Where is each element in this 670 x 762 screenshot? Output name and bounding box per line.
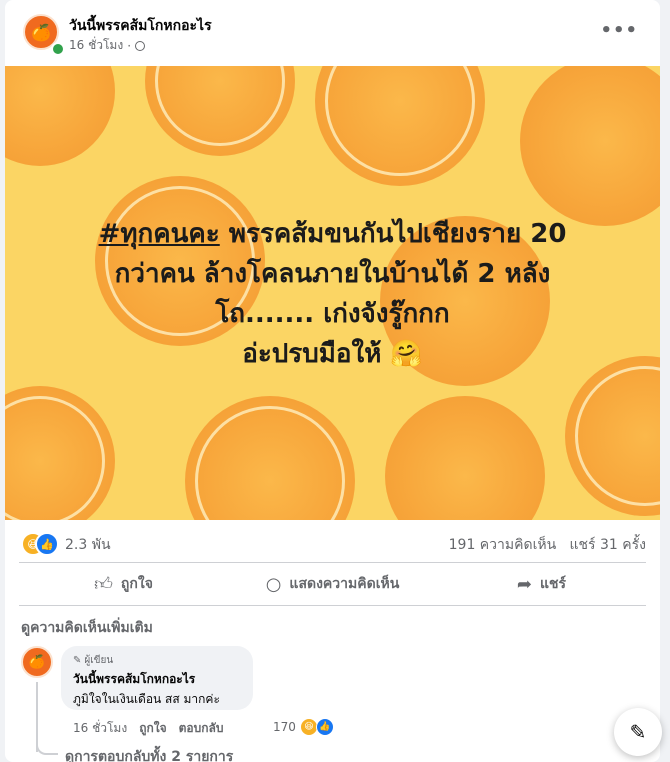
share-arrow-icon: ➦ xyxy=(516,573,533,595)
comment-meta: 16 ชั่วโมง ถูกใจ ตอบกลับ xyxy=(73,719,223,738)
post-time[interactable]: 16 ชั่วโมง xyxy=(69,36,123,55)
comment-text: ภูมิใจในเงินเดือน สส มากค่ะ xyxy=(73,692,220,706)
comment-count[interactable]: 191 ความคิดเห็น xyxy=(449,537,557,553)
comment-reaction-count: 170 xyxy=(273,720,296,734)
post-text-line-3: โถ....... เก่งจังรู๊กกก xyxy=(215,299,450,329)
like-button[interactable]: 👍︎ ถูกใจ xyxy=(19,563,228,605)
post-stats: 191 ความคิดเห็น แชร์ 31 ครั้ง xyxy=(449,534,646,556)
compose-message-button[interactable]: ✎ xyxy=(614,708,662,756)
share-count[interactable]: แชร์ 31 ครั้ง xyxy=(570,537,646,553)
like-button-label: ถูกใจ xyxy=(120,576,153,592)
comment-bubble: ✎ ผู้เขียน วันนี้พรรคส้มโกหกอะไร ภูมิใจใ… xyxy=(61,646,253,710)
hashtag-link[interactable]: #ทุกคนคะ xyxy=(99,219,220,249)
comment-like-button[interactable]: ถูกใจ xyxy=(139,719,166,738)
reactions-row: 😆 👍 2.3 พัน 191 ความคิดเห็น แชร์ 31 ครั้… xyxy=(5,524,660,562)
post-header: 🍊 วันนี้พรรคส้มโกหกอะไร 16 ชั่วโมง · ••• xyxy=(5,0,660,66)
post-action-bar: 👍︎ ถูกใจ ○ แสดงความคิดเห็น ➦ แชร์ xyxy=(19,562,646,606)
more-options-icon[interactable]: ••• xyxy=(600,20,638,41)
author-badge-label: ผู้เขียน xyxy=(84,655,114,666)
reaction-count[interactable]: 2.3 พัน xyxy=(65,534,111,556)
comment-button-label: แสดงความคิดเห็น xyxy=(289,576,400,592)
comment-button[interactable]: ○ แสดงความคิดเห็น xyxy=(228,563,437,605)
comment-reply-button[interactable]: ตอบกลับ xyxy=(179,719,224,738)
thread-curve xyxy=(36,735,58,755)
globe-icon xyxy=(135,40,146,51)
post-text-line-1: #ทุกคนคะ พรรคส้มขนกันไปเชียงราย 20 xyxy=(5,214,660,254)
share-button-label: แชร์ xyxy=(540,576,567,592)
comment-reactions[interactable]: 170 😆 👍 xyxy=(273,718,334,736)
compose-icon: ✎ xyxy=(629,720,647,744)
post-image[interactable]: #ทุกคนคะ พรรคส้มขนกันไปเชียงราย 20 กว่าค… xyxy=(5,66,660,520)
commenter-avatar[interactable]: 🍊 xyxy=(21,646,53,678)
author-badge: ✎ ผู้เขียน xyxy=(73,653,113,668)
like-reaction-icon: 👍 xyxy=(315,718,334,736)
reaction-icons[interactable]: 😆 👍 xyxy=(21,532,61,556)
comment-author[interactable]: วันนี้พรรคส้มโกหกอะไร xyxy=(73,670,195,689)
thumbs-up-icon: 👍︎ xyxy=(94,574,113,595)
speech-bubble-icon: ○ xyxy=(265,573,282,595)
post-text-line-1-rest: พรรคส้มขนกันไปเชียงราย 20 xyxy=(219,219,567,249)
view-more-comments-link[interactable]: ดูความคิดเห็นเพิ่มเติม xyxy=(21,617,153,639)
view-replies-link[interactable]: ดูการตอบกลับทั้ง 2 รายการ xyxy=(65,746,233,762)
post-meta: 16 ชั่วโมง · xyxy=(69,36,146,55)
post-image-text: #ทุกคนคะ พรรคส้มขนกันไปเชียงราย 20 กว่าค… xyxy=(5,214,660,374)
comment-time[interactable]: 16 ชั่วโมง xyxy=(73,719,127,738)
online-indicator xyxy=(51,42,65,56)
meta-separator: · xyxy=(127,38,132,53)
like-reaction-icon: 👍 xyxy=(35,532,59,556)
share-button[interactable]: ➦ แชร์ xyxy=(437,563,646,605)
pencil-icon: ✎ xyxy=(73,655,82,666)
post-text-line-4: อ่ะปรบมือให้ 🤗 xyxy=(242,339,423,369)
page-name[interactable]: วันนี้พรรคส้มโกหกอะไร xyxy=(69,15,212,37)
post-text-line-2: กว่าคน ล้างโคลนภายในบ้านได้ 2 หลัง xyxy=(114,259,551,289)
post-card: 🍊 วันนี้พรรคส้มโกหกอะไร 16 ชั่วโมง · •••… xyxy=(5,0,660,762)
